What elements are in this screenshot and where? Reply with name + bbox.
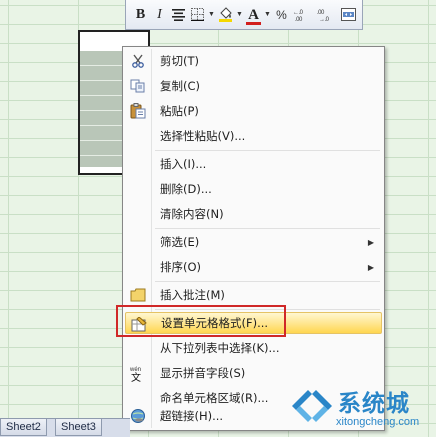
font-color-dropdown-arrow[interactable]: ▼: [264, 11, 271, 18]
menu-item-label: 选择性粘贴(V)...: [160, 129, 246, 143]
menu-item-label: 排序(O): [160, 260, 202, 274]
menu-item-label: 设置单元格格式(F)...: [161, 316, 269, 330]
center-align-icon[interactable]: [170, 6, 187, 24]
menu-item-sort[interactable]: 排序(O) ▶: [125, 256, 382, 278]
menu-separator: [155, 281, 380, 282]
svg-text:.00: .00: [317, 10, 325, 16]
paste-icon: [129, 103, 147, 119]
menu-item-paste[interactable]: 粘贴(P): [125, 100, 382, 122]
decrease-decimal-icon[interactable]: .00 →.0: [316, 6, 338, 24]
menu-item-label: 插入批注(M): [160, 288, 225, 302]
menu-item-label: 清除内容(N): [160, 207, 224, 221]
menu-item-insert[interactable]: 插入(I)...: [125, 153, 382, 175]
borders-icon[interactable]: [189, 6, 206, 24]
menu-item-label: 命名单元格区域(R)...: [160, 391, 269, 405]
mini-formatting-toolbar: B I ▼ ▼ A ▼ % ←.0.00 .00 →.0: [125, 0, 363, 30]
bold-icon[interactable]: B: [132, 6, 149, 24]
menu-item-insert-comment[interactable]: 插入批注(M): [125, 284, 382, 306]
menu-separator: [155, 150, 380, 151]
watermark-logo: [292, 390, 332, 422]
menu-item-filter[interactable]: 筛选(E) ▶: [125, 231, 382, 253]
italic-label: I: [157, 6, 162, 22]
increase-decimal-icon[interactable]: ←.0.00: [292, 6, 314, 24]
menu-item-label: 剪切(T): [160, 54, 199, 68]
menu-item-delete[interactable]: 删除(D)...: [125, 178, 382, 200]
svg-text:文: 文: [131, 371, 141, 382]
svg-text:←.0: ←.0: [293, 10, 304, 16]
sheet-tab-label: Sheet2: [6, 421, 41, 433]
font-color-letter: A: [246, 6, 261, 25]
copy-icon: [129, 78, 147, 94]
menu-item-copy[interactable]: 复制(C): [125, 75, 382, 97]
scissors-icon: [129, 53, 147, 69]
watermark-text: 系统城: [338, 391, 410, 417]
borders-dropdown-arrow[interactable]: ▼: [208, 11, 215, 18]
menu-item-clear-contents[interactable]: 清除内容(N): [125, 203, 382, 225]
menu-item-label: 超链接(H)...: [160, 409, 224, 423]
format-cells-icon: [130, 316, 148, 332]
font-color-icon[interactable]: A: [245, 6, 262, 25]
sheet-tab-sheet2[interactable]: Sheet2: [0, 419, 47, 436]
menu-item-pick-from-list[interactable]: 从下拉列表中选择(K)...: [125, 337, 382, 359]
menu-item-label: 从下拉列表中选择(K)...: [160, 341, 280, 355]
menu-item-cut[interactable]: 剪切(T): [125, 50, 382, 72]
phonetic-icon: wén 文: [129, 365, 147, 382]
menu-item-label: 筛选(E): [160, 235, 200, 249]
menu-item-label: 显示拼音字段(S): [160, 366, 246, 380]
menu-item-paste-special[interactable]: 选择性粘贴(V)...: [125, 125, 382, 147]
menu-item-label: 插入(I)...: [160, 157, 207, 171]
italic-icon[interactable]: I: [151, 6, 168, 24]
site-watermark: 系统城 xitongcheng.com: [286, 380, 436, 436]
comment-icon: [129, 287, 147, 303]
menu-item-label: 复制(C): [160, 79, 201, 93]
fill-color-dropdown-arrow[interactable]: ▼: [236, 11, 243, 18]
hyperlink-icon: [129, 408, 147, 424]
menu-item-format-cells[interactable]: 设置单元格格式(F)...: [125, 312, 382, 334]
menu-separator: [155, 309, 380, 310]
svg-text:.00: .00: [295, 17, 303, 22]
svg-text:→.0: →.0: [319, 17, 330, 22]
merge-center-icon[interactable]: [340, 6, 357, 24]
watermark-subtext: xitongcheng.com: [336, 416, 420, 428]
menu-item-label: 粘贴(P): [160, 104, 199, 118]
sheet-tab-bar: Sheet2 Sheet3: [0, 418, 130, 437]
menu-separator: [155, 228, 380, 229]
bold-label: B: [135, 6, 146, 22]
submenu-arrow-icon: ▶: [367, 237, 374, 247]
menu-item-label: 删除(D)...: [160, 182, 212, 196]
percent-icon[interactable]: %: [273, 6, 290, 24]
fill-color-icon[interactable]: [217, 6, 234, 24]
submenu-arrow-icon: ▶: [367, 262, 374, 272]
context-menu: 剪切(T) 复制(C) 粘贴(P) 选择性粘贴(V)... 插入(I)... 删…: [122, 46, 385, 431]
sheet-tab-label: Sheet3: [61, 421, 96, 433]
sheet-tab-sheet3[interactable]: Sheet3: [55, 419, 102, 436]
